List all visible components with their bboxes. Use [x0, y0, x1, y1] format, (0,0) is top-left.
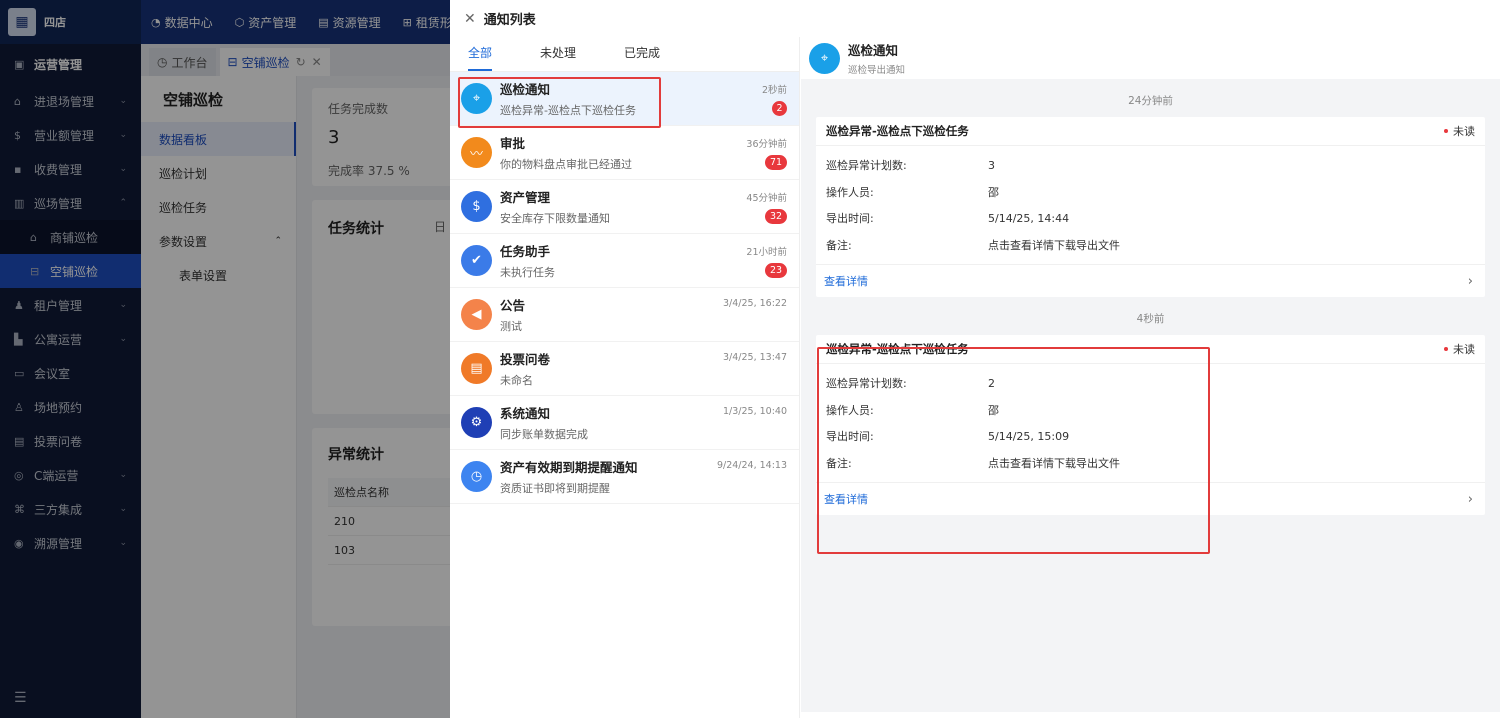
notification-time: 36分钟前: [746, 139, 787, 150]
detail-row: 备注: 点击查看详情下载导出文件: [826, 238, 1120, 252]
expiry-icon: ◷: [461, 461, 492, 492]
unread-badge: 71: [765, 155, 787, 170]
system-icon: ⚙: [461, 407, 492, 438]
status-badge: 未读: [1444, 123, 1475, 139]
message-time: 24分钟前: [1128, 95, 1173, 107]
highlight-box-message: [817, 347, 1210, 554]
notification-time: 2秒前: [761, 85, 787, 96]
drawer-header: ✕ 通知列表: [450, 0, 1500, 37]
message-time: 4秒前: [1136, 313, 1165, 325]
notification-time: 9/24/24, 14:13: [716, 460, 787, 471]
detail-row: 操作人员: 邵: [826, 185, 999, 199]
detail-row: 导出时间: 5/14/25, 14:44: [826, 211, 1070, 226]
notification-item-system[interactable]: ⚙ 系统通知 同步账单数据完成 1/3/25, 10:40: [450, 396, 799, 450]
unread-dot-icon: [1444, 347, 1448, 351]
close-icon[interactable]: ✕: [464, 11, 476, 27]
location-pin-icon: ⌖: [809, 42, 840, 74]
unread-badge: 2: [772, 101, 787, 116]
message-title: 巡检异常-巡检点下巡检任务: [826, 124, 969, 138]
asset-stack-icon: $: [461, 191, 492, 222]
message-card: 巡检异常-巡检点下巡检任务 未读 巡检异常计划数: 3 操作人员: 邵 导出时间: 5…: [816, 117, 1485, 297]
notification-item-asset[interactable]: $ 资产管理 安全库存下限数量通知 45分钟前 32: [450, 180, 799, 234]
detail-title: 巡检通知: [848, 43, 899, 58]
notification-item-survey[interactable]: ▤ 投票问卷 未命名 3/4/25, 13:47: [450, 342, 799, 396]
survey-icon: ▤: [461, 353, 492, 384]
detail-header: ⌖ 巡检通知 巡检导出通知: [801, 37, 1500, 79]
megaphone-icon: ◀: [461, 299, 492, 330]
notification-list: 全部 未处理 已完成 ⌖ 巡检通知 巡检异常-巡检点下巡检任务 2秒前 2 〰 审…: [450, 37, 800, 718]
notification-time: 1/3/25, 10:40: [723, 406, 787, 417]
tab-pending[interactable]: 未处理: [540, 44, 576, 71]
tab-all[interactable]: 全部: [468, 44, 493, 71]
notification-item-approval[interactable]: 〰 审批 你的物料盘点审批已经通过 36分钟前 71: [450, 126, 799, 180]
notification-time: 45分钟前: [746, 193, 787, 204]
chevron-right-icon: ›: [1467, 273, 1473, 289]
tab-completed[interactable]: 已完成: [624, 44, 660, 71]
detail-row: 巡检异常计划数: 3: [826, 158, 995, 173]
unread-badge: 32: [765, 209, 787, 224]
approval-icon: 〰: [461, 137, 492, 168]
detail-subtitle: 巡检导出通知: [848, 65, 906, 76]
notification-time: 21小时前: [746, 247, 787, 258]
notification-item-task-helper[interactable]: ✔ 任务助手 未执行任务 21小时前 23: [450, 234, 799, 288]
notification-time: 3/4/25, 13:47: [723, 352, 787, 363]
notification-item-announcement[interactable]: ◀ 公告 测试 3/4/25, 16:22: [450, 288, 799, 342]
highlight-box-notification: [458, 77, 661, 128]
unread-badge: 23: [765, 263, 787, 278]
chevron-right-icon: ›: [1467, 491, 1473, 507]
notification-item-expiry[interactable]: ◷ 资产有效期到期提醒通知 资质证书即将到期提醒 9/24/24, 14:13: [450, 450, 799, 504]
view-details-link[interactable]: 查看详情: [824, 273, 868, 289]
view-details-row[interactable]: 查看详情 ›: [816, 264, 1485, 297]
drawer-title: 通知列表: [483, 13, 536, 28]
notification-time: 3/4/25, 16:22: [723, 298, 787, 309]
unread-dot-icon: [1444, 129, 1448, 133]
checkmark-icon: ✔: [461, 245, 492, 276]
status-badge: 未读: [1444, 341, 1475, 357]
filter-tabs: 全部 未处理 已完成: [450, 37, 799, 72]
